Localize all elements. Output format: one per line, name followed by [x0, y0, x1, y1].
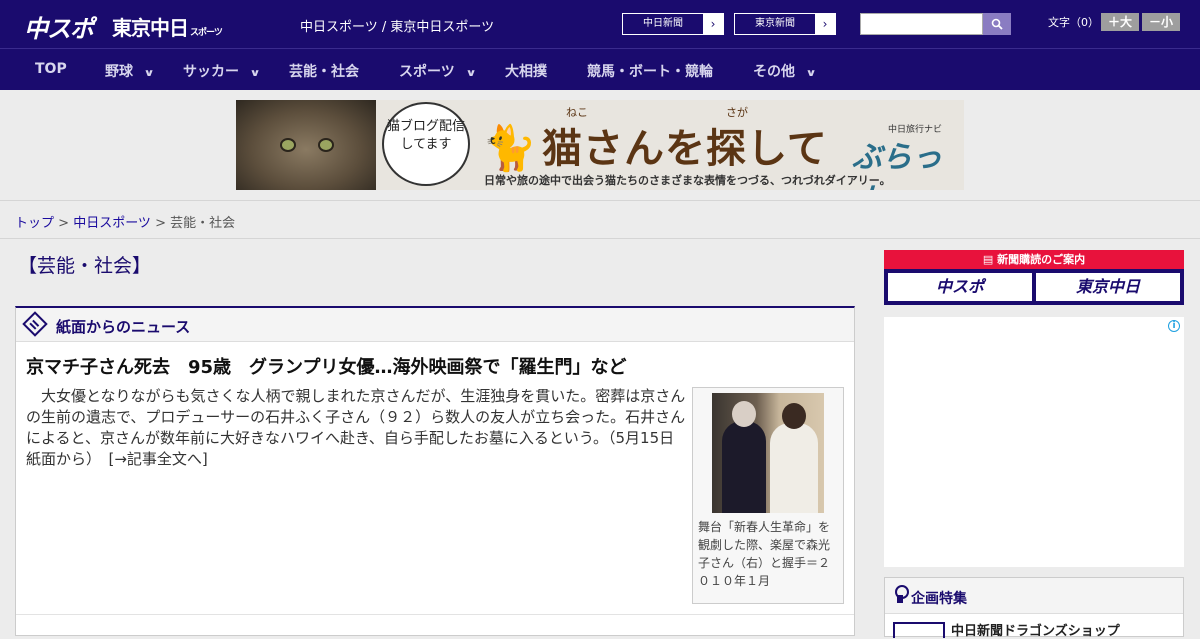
- chevron-right-icon: ›: [815, 14, 835, 34]
- article-figure: 舞台「新春人生革命」を観劇した際、楽屋で森光子さん（右）と握手＝２０１０年１月: [692, 387, 844, 604]
- site-title: 中日スポーツ / 東京中日スポーツ: [300, 20, 495, 35]
- subscription-box: ▤ 新聞購読のご案内 中スポ 東京中日: [884, 250, 1184, 305]
- chuspo-logo[interactable]: 中スポ: [24, 9, 94, 44]
- cat-eye-right: [318, 138, 334, 152]
- nav-item-sumo[interactable]: 大相撲: [505, 61, 547, 81]
- breadcrumb-current: 芸能・社会: [170, 216, 236, 231]
- banner-title: 猫さんを探して: [542, 126, 828, 172]
- chevron-down-icon: ∨: [143, 68, 155, 79]
- chevron-down-icon: ∨: [465, 68, 477, 79]
- ribbon-icon: [895, 585, 909, 603]
- nav-label: スポーツ: [399, 64, 455, 80]
- font-size-label: 文字（0）: [1048, 16, 1099, 29]
- breadcrumb-chunichi-link[interactable]: 中日スポーツ: [73, 216, 151, 231]
- nav-label: 野球: [105, 64, 133, 80]
- search-button[interactable]: [983, 13, 1011, 35]
- feature-thumbnail[interactable]: [893, 622, 945, 638]
- feature-header: 企画特集: [885, 578, 1183, 614]
- subscription-header: ▤ 新聞購読のご案内: [884, 250, 1184, 269]
- news-box: 紙面からのニュース 京マチ子さん死去 95歳 グランプリ女優…海外映画祭で「羅生…: [15, 306, 855, 636]
- article-body[interactable]: 大女優となりながらも気さくな人柄で親しまれた京さんだが、生涯独身を貫いた。密葬は…: [26, 386, 686, 470]
- ad-info-icon[interactable]: i: [1168, 320, 1180, 332]
- tokyo-shimbun-button[interactable]: 東京新聞 ›: [734, 13, 836, 35]
- main-nav: TOP 野球 ∨ サッカー ∨ 芸能・社会 スポーツ ∨ 大相撲 競馬・ボート・競輪 …: [0, 48, 1200, 90]
- font-smaller-button[interactable]: －小: [1142, 13, 1180, 31]
- nav-item-top[interactable]: TOP: [35, 61, 67, 77]
- cat-blog-banner[interactable]: 猫ブログ配信してます 🐈 ねこ さが 猫さんを探して 中日旅行ナビ ぶらっ人 日…: [236, 100, 964, 190]
- news-box-title: 紙面からのニュース: [56, 318, 191, 336]
- cat-photo: [236, 100, 376, 190]
- nav-item-other[interactable]: その他 ∨: [753, 61, 817, 81]
- cat-silhouette-icon: 🐈: [482, 123, 537, 174]
- newspaper-icon: [22, 311, 48, 337]
- nav-item-sports[interactable]: スポーツ ∨: [399, 61, 477, 81]
- banner-subtitle: 日常や旅の途中で出会う猫たちのさまざまな表情をつづる、つれづれダイアリー。: [484, 174, 891, 187]
- tokyo-chunichi-logo[interactable]: 東京中日 スポーツ: [112, 12, 223, 41]
- photo-person-left: [722, 401, 766, 513]
- subscribe-tokyo-chunichi-button[interactable]: 東京中日: [1036, 273, 1180, 301]
- nav-label: 競馬・ボート・競輪: [587, 64, 713, 80]
- font-larger-button[interactable]: ＋大: [1101, 13, 1139, 31]
- breadcrumb-separator: >: [150, 216, 171, 231]
- breadcrumb-bar: トップ > 中日スポーツ > 芸能・社会: [0, 200, 1200, 239]
- search-input[interactable]: [860, 13, 983, 35]
- breadcrumb-separator: >: [54, 216, 74, 231]
- chunichi-shimbun-button[interactable]: 中日新聞 ›: [622, 13, 724, 35]
- article-photo[interactable]: [712, 393, 824, 513]
- subscription-header-label: 新聞購読のご案内: [997, 253, 1086, 266]
- nav-label: TOP: [35, 61, 67, 77]
- article-headline[interactable]: 京マチ子さん死去 95歳 グランプリ女優…海外映画祭で「羅生門」など: [26, 353, 627, 379]
- nav-item-baseball[interactable]: 野球 ∨: [105, 61, 155, 81]
- news-box-header: 紙面からのニュース: [16, 308, 854, 342]
- tokyo-chunichi-logo-text: 東京中日: [112, 16, 189, 40]
- subscribe-chuspo-button[interactable]: 中スポ: [888, 273, 1032, 301]
- chunichi-shimbun-label: 中日新聞: [643, 18, 683, 29]
- breadcrumb-top-link[interactable]: トップ: [15, 216, 54, 231]
- nav-label: その他: [753, 64, 795, 80]
- chevron-down-icon: ∨: [805, 68, 817, 79]
- feature-title: 企画特集: [911, 591, 967, 607]
- tokyo-shimbun-label: 東京新聞: [755, 18, 795, 29]
- nav-item-entertainment[interactable]: 芸能・社会: [289, 61, 359, 81]
- photo-person-right: [770, 403, 818, 513]
- search-icon: [991, 18, 1003, 30]
- cat-eye-left: [280, 138, 296, 152]
- chevron-down-icon: ∨: [249, 68, 261, 79]
- nav-label: サッカー: [183, 64, 239, 80]
- chevron-right-icon: ›: [703, 14, 723, 34]
- breadcrumb: トップ > 中日スポーツ > 芸能・社会: [15, 212, 235, 231]
- divider: [16, 614, 854, 615]
- newspaper-small-icon: ▤: [982, 253, 998, 266]
- nav-item-soccer[interactable]: サッカー ∨: [183, 61, 261, 81]
- nav-label: 芸能・社会: [289, 64, 359, 80]
- ad-slot[interactable]: i: [884, 317, 1184, 567]
- speech-bubble: 猫ブログ配信してます: [382, 102, 470, 186]
- nav-label: 大相撲: [505, 64, 547, 80]
- top-header: 中スポ 東京中日 スポーツ 中日スポーツ / 東京中日スポーツ 中日新聞 › 東京…: [0, 0, 1200, 48]
- feature-box: 企画特集 中日新聞ドラゴンズショップ: [884, 577, 1184, 639]
- tokyo-chunichi-logo-small: スポーツ: [190, 28, 223, 38]
- photo-caption: 舞台「新春人生革命」を観劇した際、楽屋で森光子さん（右）と握手＝２０１０年１月: [698, 520, 831, 588]
- nav-item-racing[interactable]: 競馬・ボート・競輪: [587, 61, 713, 81]
- section-title: 【芸能・社会】: [18, 255, 152, 277]
